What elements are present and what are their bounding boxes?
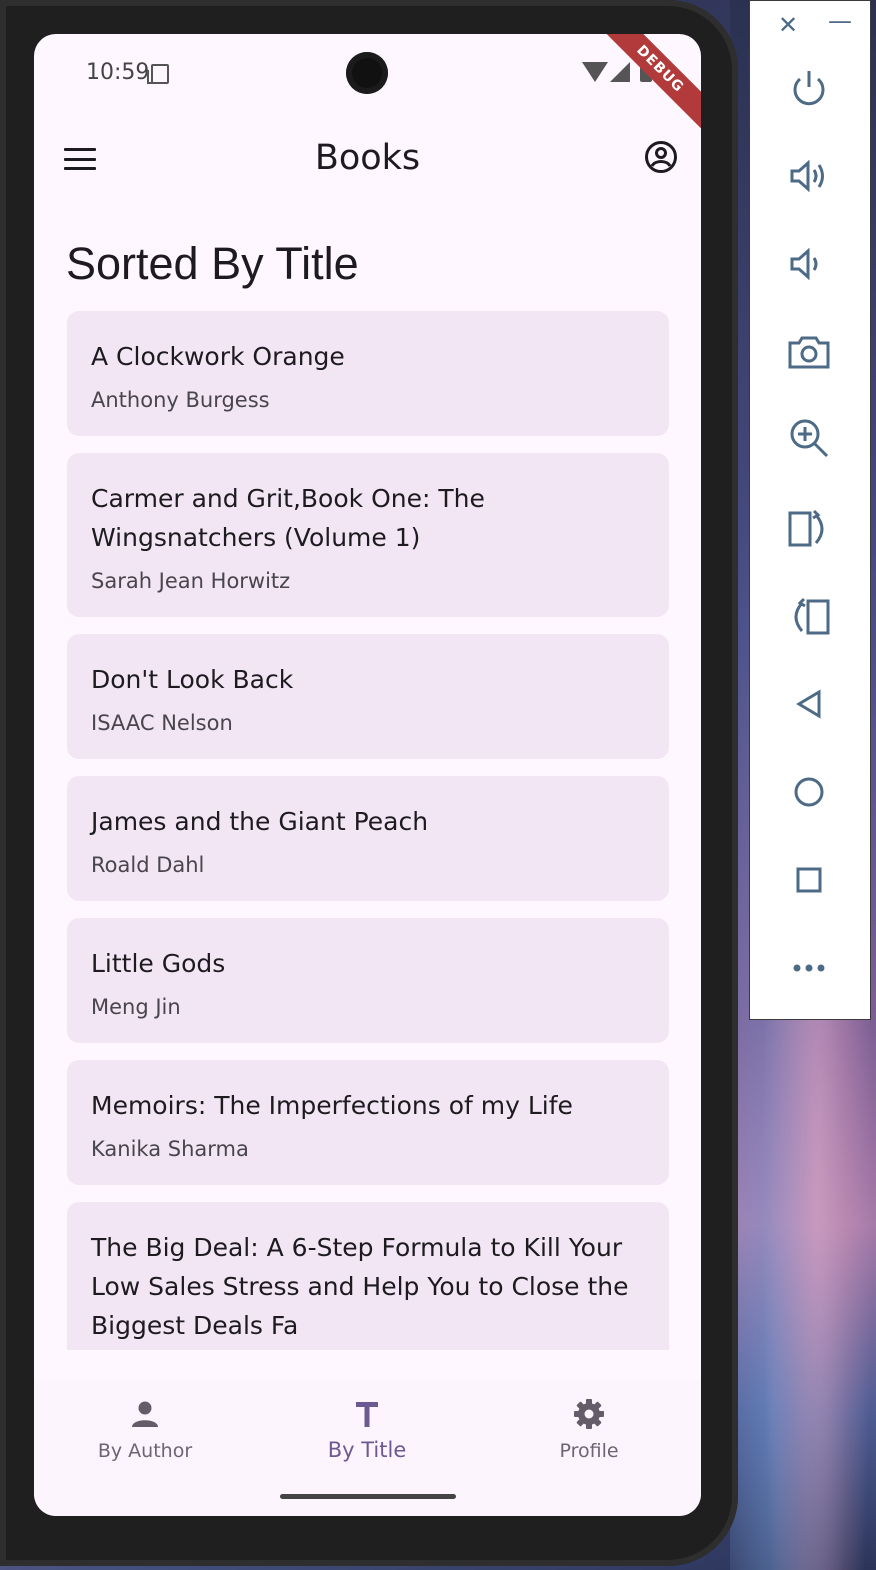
nav-profile[interactable]: Profile xyxy=(478,1380,700,1490)
gear-icon xyxy=(574,1399,604,1429)
book-card[interactable]: James and the Giant Peach Roald Dahl xyxy=(67,776,669,901)
book-title: Memoirs: The Imperfections of my Life xyxy=(91,1091,573,1120)
volume-up-icon[interactable] xyxy=(786,153,832,199)
volume-down-icon[interactable] xyxy=(786,241,832,287)
account-circle-icon[interactable] xyxy=(644,140,678,174)
book-title: Don't Look Back xyxy=(91,665,294,694)
overview-icon[interactable] xyxy=(786,857,832,903)
person-icon xyxy=(132,1401,158,1427)
app-title: Books xyxy=(314,138,421,178)
book-author: Roald Dahl xyxy=(91,853,205,877)
app-bar: Books xyxy=(34,120,701,196)
power-icon[interactable] xyxy=(786,65,832,111)
book-list[interactable]: A Clockwork Orange Anthony Burgess Carme… xyxy=(67,311,669,1350)
book-author: Meng Jin xyxy=(91,995,181,1019)
book-card[interactable]: Little Gods Meng Jin xyxy=(67,918,669,1043)
phone-frame: 10:59 DEBUG Books Sorted By Title A Cloc… xyxy=(0,0,738,1566)
more-icon[interactable] xyxy=(786,945,832,991)
book-card[interactable]: Don't Look Back ISAAC Nelson xyxy=(67,634,669,759)
book-title: The Big Deal: A 6-Step Formula to Kill Y… xyxy=(91,1233,629,1340)
book-card[interactable]: The Big Deal: A 6-Step Formula to Kill Y… xyxy=(67,1202,669,1350)
signal-icon xyxy=(610,62,630,82)
book-title: Carmer and Grit,Book One: The Wingsnatch… xyxy=(91,484,485,552)
nav-label: By Title xyxy=(327,1438,407,1462)
status-time: 10:59 xyxy=(86,60,150,85)
minimize-icon[interactable]: — xyxy=(828,7,852,35)
nav-by-author[interactable]: By Author xyxy=(34,1380,256,1490)
book-title: Little Gods xyxy=(91,949,226,978)
book-title: A Clockwork Orange xyxy=(91,342,345,371)
wifi-icon xyxy=(582,62,608,82)
home-icon[interactable] xyxy=(786,769,832,815)
close-icon[interactable]: ✕ xyxy=(778,11,798,39)
book-author: ISAAC Nelson xyxy=(91,711,233,735)
front-camera xyxy=(346,52,388,94)
emulator-panel: ✕ — xyxy=(749,0,871,1020)
nav-label: Profile xyxy=(559,1440,619,1462)
rotate-left-icon[interactable] xyxy=(786,593,832,639)
home-indicator[interactable] xyxy=(280,1494,456,1499)
camera-icon[interactable] xyxy=(786,329,832,375)
book-title: James and the Giant Peach xyxy=(91,807,429,836)
book-card[interactable]: Carmer and Grit,Book One: The Wingsnatch… xyxy=(67,453,669,617)
book-author: Sarah Jean Horwitz xyxy=(91,569,291,593)
book-card[interactable]: A Clockwork Orange Anthony Burgess xyxy=(67,311,669,436)
nav-by-title[interactable]: By Title xyxy=(256,1380,478,1490)
zoom-icon[interactable] xyxy=(786,415,832,461)
text-t-icon xyxy=(356,1402,378,1427)
back-icon[interactable] xyxy=(786,681,832,727)
sim-icon xyxy=(147,64,169,84)
book-card[interactable]: Memoirs: The Imperfections of my Life Ka… xyxy=(67,1060,669,1185)
book-author: Anthony Burgess xyxy=(91,388,270,412)
book-author: Kanika Sharma xyxy=(91,1137,249,1161)
nav-label: By Author xyxy=(97,1440,193,1462)
section-title: Sorted By Title xyxy=(66,238,359,289)
rotate-right-icon[interactable] xyxy=(786,505,832,551)
phone-screen: 10:59 DEBUG Books Sorted By Title A Cloc… xyxy=(34,34,701,1516)
